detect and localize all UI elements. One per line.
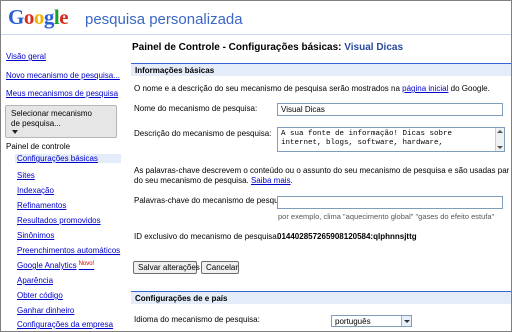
keywords-hint: por exemplo, clima "aquecimento global" … <box>278 212 495 221</box>
nav-sites[interactable]: Sites <box>17 171 35 180</box>
keywords-input[interactable] <box>277 196 503 209</box>
chevron-down-icon <box>12 130 18 134</box>
keywords-label: Palavras-chave do mecanismo de pesquisa: <box>134 196 291 205</box>
language-label: Idioma do mecanismo de pesquisa: <box>134 315 260 324</box>
language-select[interactable]: português <box>331 315 412 327</box>
nav-make-money[interactable]: Ganhar dinheiro <box>17 306 74 315</box>
browser-page: Google pesquisa personalizada Visão gera… <box>0 0 512 332</box>
name-label: Nome do mecanismo de pesquisa: <box>134 104 258 113</box>
description-textarea[interactable]: A sua fonte de informação! Dicas sobre i… <box>277 127 505 152</box>
sidebar-link-overview[interactable]: Visão geral <box>6 52 46 61</box>
description-label: Descrição do mecanismo de pesquisa: <box>134 129 272 138</box>
page-title-engine: Visual Dicas <box>344 42 404 53</box>
nav-promoted-results[interactable]: Resultados promovidos <box>17 216 101 225</box>
nav-basic-settings[interactable]: Configurações básicas <box>15 154 121 163</box>
textarea-scrollbar[interactable] <box>495 128 504 151</box>
keywords-description-1: As palavras-chave descrevem o conteúdo o… <box>134 166 509 175</box>
section-basic-info: Informações básicas <box>131 63 511 76</box>
nav-refinements[interactable]: Refinamentos <box>17 201 66 210</box>
section-language-country: Configurações de e país <box>131 291 511 304</box>
main-content: Painel de Controle - Configurações básic… <box>122 36 511 331</box>
nav-synonyms[interactable]: Sinônimos <box>17 231 54 240</box>
scroll-up-icon <box>497 130 503 133</box>
sidebar: Visão geral Novo mecanismo de pesquisa..… <box>1 36 122 331</box>
homepage-link[interactable]: página inicial <box>402 84 448 93</box>
keywords-description-2: do seu mecanismo de pesquisa. Saiba mais… <box>134 176 293 185</box>
nav-google-analytics[interactable]: Google Analytics Novo! <box>17 261 94 270</box>
cancel-button[interactable]: Cancelar <box>201 261 239 274</box>
chevron-down-icon <box>404 320 410 323</box>
dropdown-arrow[interactable] <box>401 316 411 326</box>
engine-id-value: 014402857265908120584:qlphnnsjttg <box>277 232 417 241</box>
sidebar-link-new-engine[interactable]: Novo mecanismo de pesquisa... <box>6 71 120 80</box>
engine-selector-label: Selecionar mecanismo de pesquisa... <box>11 109 92 128</box>
app-title: pesquisa personalizada <box>85 11 243 28</box>
new-badge: Novo! <box>78 261 95 267</box>
nav-autocompletions[interactable]: Preenchimentos automáticos <box>17 246 120 255</box>
page-title-text: Painel de Controle - Configurações básic… <box>132 42 342 53</box>
google-logo[interactable]: Google <box>8 6 69 28</box>
nav-indexing[interactable]: Indexação <box>17 186 54 195</box>
header: Google pesquisa personalizada <box>1 1 511 35</box>
engine-id-label: ID exclusivo do mecanismo de pesquisa: <box>134 232 279 241</box>
basic-info-description: O nome e a descrição do seu mecanismo de… <box>134 84 490 93</box>
nav-appearance[interactable]: Aparência <box>17 276 53 285</box>
description-text: A sua fonte de informação! Dicas sobre i… <box>281 130 453 147</box>
nav-get-code[interactable]: Obter código <box>17 291 63 300</box>
save-button[interactable]: Salvar alterações <box>133 261 200 274</box>
engine-selector[interactable]: Selecionar mecanismo de pesquisa... <box>5 105 117 138</box>
sidebar-link-my-engines[interactable]: Meus mecanismos de pesquisa <box>6 89 118 98</box>
nav-business-settings[interactable]: Configurações da empresa <box>17 320 113 329</box>
name-input[interactable]: Visual Dicas <box>277 103 503 116</box>
language-select-value: português <box>335 317 371 326</box>
nav-google-analytics-label: Google Analytics <box>17 261 77 270</box>
scroll-down-icon <box>497 146 503 149</box>
learn-more-link[interactable]: Saiba mais <box>251 176 291 185</box>
page-title: Painel de Controle - Configurações básic… <box>132 42 403 53</box>
panel-label: Painel de controle <box>6 142 71 151</box>
